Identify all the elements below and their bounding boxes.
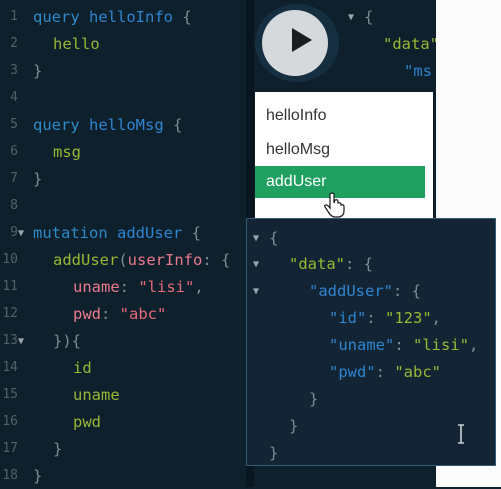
fold-arrow-icon[interactable]: ▼ <box>253 259 259 270</box>
code-line: query helloMsg { <box>33 116 183 134</box>
result-line: "addUser": { <box>309 282 421 300</box>
line-number: 18 <box>2 468 18 483</box>
code-line: } <box>53 440 63 458</box>
line-number: 3 <box>10 63 18 78</box>
result-line: } <box>269 444 279 462</box>
code-line: pwd: "abc" <box>73 305 167 323</box>
line-number: 6 <box>10 144 18 159</box>
line-number: 11 <box>2 279 18 294</box>
result-line: "data": { <box>289 255 373 273</box>
line-number: 1 <box>10 9 18 24</box>
code-line: "ms <box>404 62 432 80</box>
line-number: 14 <box>2 360 18 375</box>
ibeam-cursor-icon <box>458 424 464 444</box>
line-number: 13 <box>2 333 18 348</box>
fold-arrow-icon[interactable]: ▼ <box>253 286 259 297</box>
menu-item-hellomsg[interactable]: helloMsg <box>255 134 425 166</box>
fold-arrow-icon[interactable]: ▼ <box>253 233 259 244</box>
line-number: 7 <box>10 171 18 186</box>
result-line: "pwd": "abc" <box>329 363 442 381</box>
result-line: "id": "123", <box>329 309 442 327</box>
result-line: { <box>269 229 279 247</box>
code-line: id <box>73 359 92 377</box>
line-number: 17 <box>2 441 18 456</box>
code-line: mutation addUser { <box>33 224 202 242</box>
result-line: } <box>309 390 319 408</box>
line-number: 10 <box>2 252 18 267</box>
code-line: query helloInfo { <box>33 8 192 26</box>
code-line: addUser(userInfo: { <box>53 251 231 269</box>
menu-item-helloinfo[interactable]: helloInfo <box>255 100 425 132</box>
fold-arrow-icon[interactable]: ▼ <box>18 336 24 347</box>
line-number: 12 <box>2 306 18 321</box>
line-number: 16 <box>2 414 18 429</box>
fold-arrow-icon[interactable]: ▼ <box>348 12 354 23</box>
result-line: } <box>289 417 299 435</box>
code-line: uname <box>73 386 120 404</box>
line-number: 2 <box>10 36 18 51</box>
hand-pointer-icon <box>324 192 345 218</box>
code-line: pwd <box>73 413 101 431</box>
code-line: { <box>364 8 374 26</box>
line-number: 4 <box>10 90 18 105</box>
code-line: uname: "lisi", <box>73 278 204 296</box>
code-line: }){ <box>53 332 81 350</box>
line-number: 8 <box>10 198 18 213</box>
code-line: hello <box>53 35 100 53</box>
play-icon <box>292 28 312 52</box>
code-line: } <box>33 170 43 188</box>
code-line: } <box>33 62 43 80</box>
query-editor[interactable]: 1 2 3 4 5 6 7 8 9 10 11 12 13 14 15 16 1… <box>0 0 246 487</box>
code-line: msg <box>53 143 81 161</box>
fold-arrow-icon[interactable]: ▼ <box>18 228 24 239</box>
code-line: "data" <box>383 35 439 53</box>
result-line: "uname": "lisi", <box>329 336 479 354</box>
line-number: 5 <box>10 117 18 132</box>
line-number: 15 <box>2 387 18 402</box>
code-line: } <box>33 467 43 485</box>
line-number: 9 <box>10 225 18 240</box>
